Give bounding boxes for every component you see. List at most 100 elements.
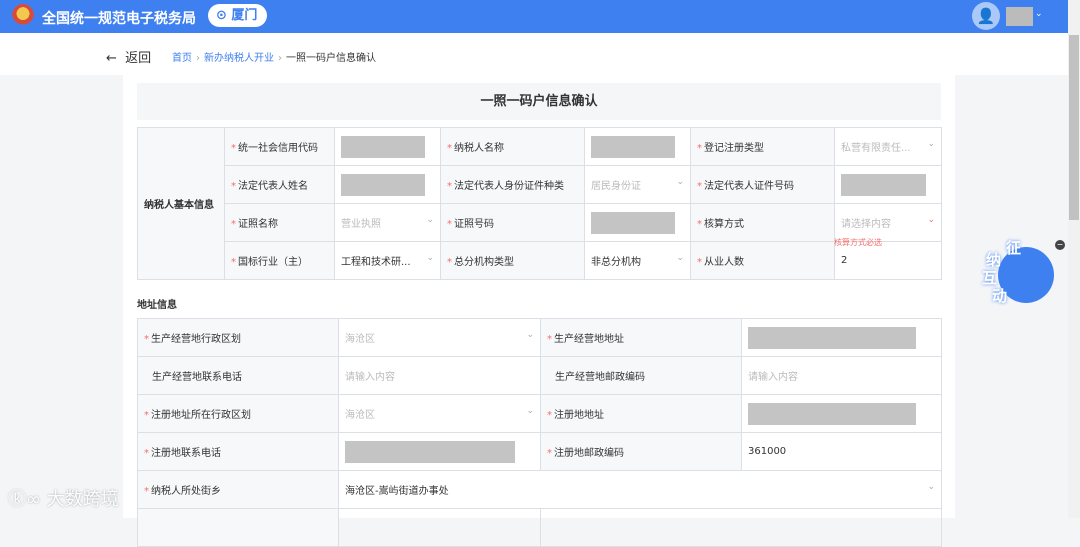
user-name-redacted[interactable] — [1006, 7, 1033, 26]
required-mark: * — [447, 257, 452, 268]
label-text: 注册地地址 — [554, 410, 604, 421]
label-text: 法定代表人姓名 — [238, 181, 308, 192]
field-input[interactable] — [741, 318, 942, 357]
table-row: * 注册地址所在行政区划 海沧区 ⌄ * 注册地地址 — [137, 394, 942, 433]
label-text: 生产经营地行政区划 — [151, 334, 241, 345]
widget-close-icon[interactable]: − — [1055, 240, 1065, 250]
back-button[interactable]: ← 返回 — [106, 47, 151, 66]
city-label: 厦门 — [231, 8, 258, 23]
label-text: 生产经营地联系电话 — [152, 372, 242, 383]
arrow-left-icon: ← — [106, 51, 117, 66]
field-input[interactable] — [338, 508, 541, 547]
label-text: 证照号码 — [454, 219, 494, 230]
redacted-value — [341, 135, 425, 158]
label-text: 证照名称 — [238, 219, 278, 230]
table-row: 纳税人基本信息 * 统一社会信用代码 * 纳税人名称 * 登记注册类型 私营有限责任... ⌄ — [137, 127, 942, 280]
table-row: * 纳税人所处街乡 海沧区-嵩屿街道办事处 ⌄ — [137, 470, 942, 509]
field-value: 请输入内容 — [345, 372, 395, 383]
field-input[interactable] — [584, 127, 691, 166]
required-mark: * — [231, 181, 236, 192]
required-mark: * — [547, 410, 552, 421]
field-select[interactable]: 私营有限责任... ⌄ — [834, 127, 942, 166]
field-input[interactable] — [338, 432, 541, 471]
required-mark: * — [231, 219, 236, 230]
label-text: 纳税人所处街乡 — [151, 486, 221, 497]
field-value: 请选择内容 — [841, 219, 891, 230]
field-label: * 从业人数 — [690, 241, 835, 280]
chevron-down-icon[interactable]: ⌄ — [1035, 9, 1043, 19]
field-select[interactable]: 营业执照 ⌄ — [334, 203, 441, 242]
field-select[interactable]: 工程和技术研... ⌄ — [334, 241, 441, 280]
field-label: * 总分机构类型 — [440, 241, 585, 280]
field-value: 请输入内容 — [748, 372, 798, 383]
field-value: 工程和技术研... — [341, 257, 411, 268]
section-label: 纳税人基本信息 — [137, 127, 225, 280]
field-select[interactable]: 居民身份证 ⌄ — [584, 165, 691, 204]
field-select[interactable]: 海沧区 ⌄ — [338, 318, 541, 357]
required-mark: * — [144, 334, 149, 345]
field-input[interactable] — [584, 203, 691, 242]
table-row: * 国标行业（主） 工程和技术研... ⌄ * 总分机构类型 非总分机构 ⌄ * 从业人数 2 — [138, 241, 942, 280]
city-selector[interactable]: ⊙ 厦门 — [208, 4, 268, 27]
field-label: 生产经营地联系电话 — [137, 356, 339, 395]
watermark-logo-icon: ⓚ∞ — [8, 489, 47, 510]
subheader — [0, 33, 1068, 75]
label-text: 从业人数 — [704, 257, 744, 268]
location-pin-icon: ⊙ — [216, 8, 232, 23]
redacted-value — [341, 173, 425, 196]
widget-char: 动 — [992, 287, 1008, 305]
table-row: * 法定代表人姓名 * 法定代表人身份证件种类 居民身份证 ⌄ * 法定代表人证件号码 — [138, 165, 942, 204]
field-value: 361000 — [748, 446, 787, 457]
field-input[interactable]: 请输入内容 — [338, 356, 541, 395]
chevron-down-icon: ⌄ — [426, 215, 434, 225]
label-text: 核算方式 — [704, 219, 744, 230]
field-value: 非总分机构 — [591, 257, 641, 268]
redacted-value — [345, 440, 516, 463]
user-avatar-icon[interactable]: 👤 — [972, 2, 1000, 30]
scrollbar-thumb[interactable] — [1069, 35, 1079, 220]
address-info-table: * 生产经营地行政区划 海沧区 ⌄ * 生产经营地地址 生产经营地联系电话 请输入内容 生产经营… — [137, 318, 942, 547]
watermark: ⓚ∞ 大数跨境 — [8, 485, 119, 511]
field-label: * 法定代表人身份证件种类 — [440, 165, 585, 204]
back-label: 返回 — [125, 51, 152, 66]
site-title[interactable]: 全国统一规范电子税务局 — [42, 8, 196, 28]
chevron-down-icon: ⌄ — [927, 482, 935, 492]
label-text: 法定代表人证件号码 — [704, 181, 794, 192]
field-label: * 核算方式 — [690, 203, 835, 242]
label-text: 生产经营地邮政编码 — [555, 372, 645, 383]
breadcrumb-home[interactable]: 首页 — [172, 53, 192, 64]
field-label — [137, 508, 339, 547]
page-title: 一照一码户信息确认 — [137, 83, 941, 120]
interaction-widget[interactable]: 征 纳 互 动 — [980, 239, 1054, 305]
label-text: 纳税人名称 — [454, 143, 504, 154]
table-row: * 生产经营地行政区划 海沧区 ⌄ * 生产经营地地址 — [137, 318, 942, 357]
field-input[interactable] — [334, 165, 441, 204]
redacted-value — [748, 402, 917, 425]
field-select[interactable]: 请选择内容 ⌄ — [834, 203, 942, 242]
required-mark: * — [697, 181, 702, 192]
field-input[interactable] — [334, 127, 441, 166]
breadcrumb-new-taxpayer[interactable]: 新办纳税人开业 — [204, 53, 274, 64]
field-input[interactable] — [540, 508, 942, 547]
field-label: * 统一社会信用代码 — [224, 127, 335, 166]
required-mark: * — [547, 448, 552, 459]
basic-info-table: 纳税人基本信息 * 统一社会信用代码 * 纳税人名称 * 登记注册类型 私营有限责任... ⌄ *… — [137, 127, 942, 280]
field-label: * 注册地联系电话 — [137, 432, 339, 471]
chevron-right-icon: › — [196, 53, 200, 64]
top-header: 全国统一规范电子税务局 ⊙ 厦门 👤 ⌄ — [0, 0, 1068, 33]
accounting-method-error: 核算方式必选 — [834, 238, 882, 247]
field-select[interactable]: 海沧区 ⌄ — [338, 394, 541, 433]
field-input[interactable]: 361000 — [741, 432, 942, 471]
field-select[interactable]: 海沧区-嵩屿街道办事处 ⌄ — [338, 470, 942, 509]
field-select[interactable]: 非总分机构 ⌄ — [584, 241, 691, 280]
chevron-right-icon: › — [278, 53, 282, 64]
label-text: 注册地联系电话 — [151, 448, 221, 459]
field-value: 私营有限责任... — [841, 143, 911, 154]
tax-bureau-logo — [12, 4, 34, 28]
field-value: 营业执照 — [341, 219, 381, 230]
required-mark: * — [144, 448, 149, 459]
field-input[interactable] — [834, 165, 942, 204]
field-input[interactable]: 请输入内容 — [741, 356, 942, 395]
field-input[interactable] — [741, 394, 942, 433]
required-mark: * — [231, 143, 236, 154]
